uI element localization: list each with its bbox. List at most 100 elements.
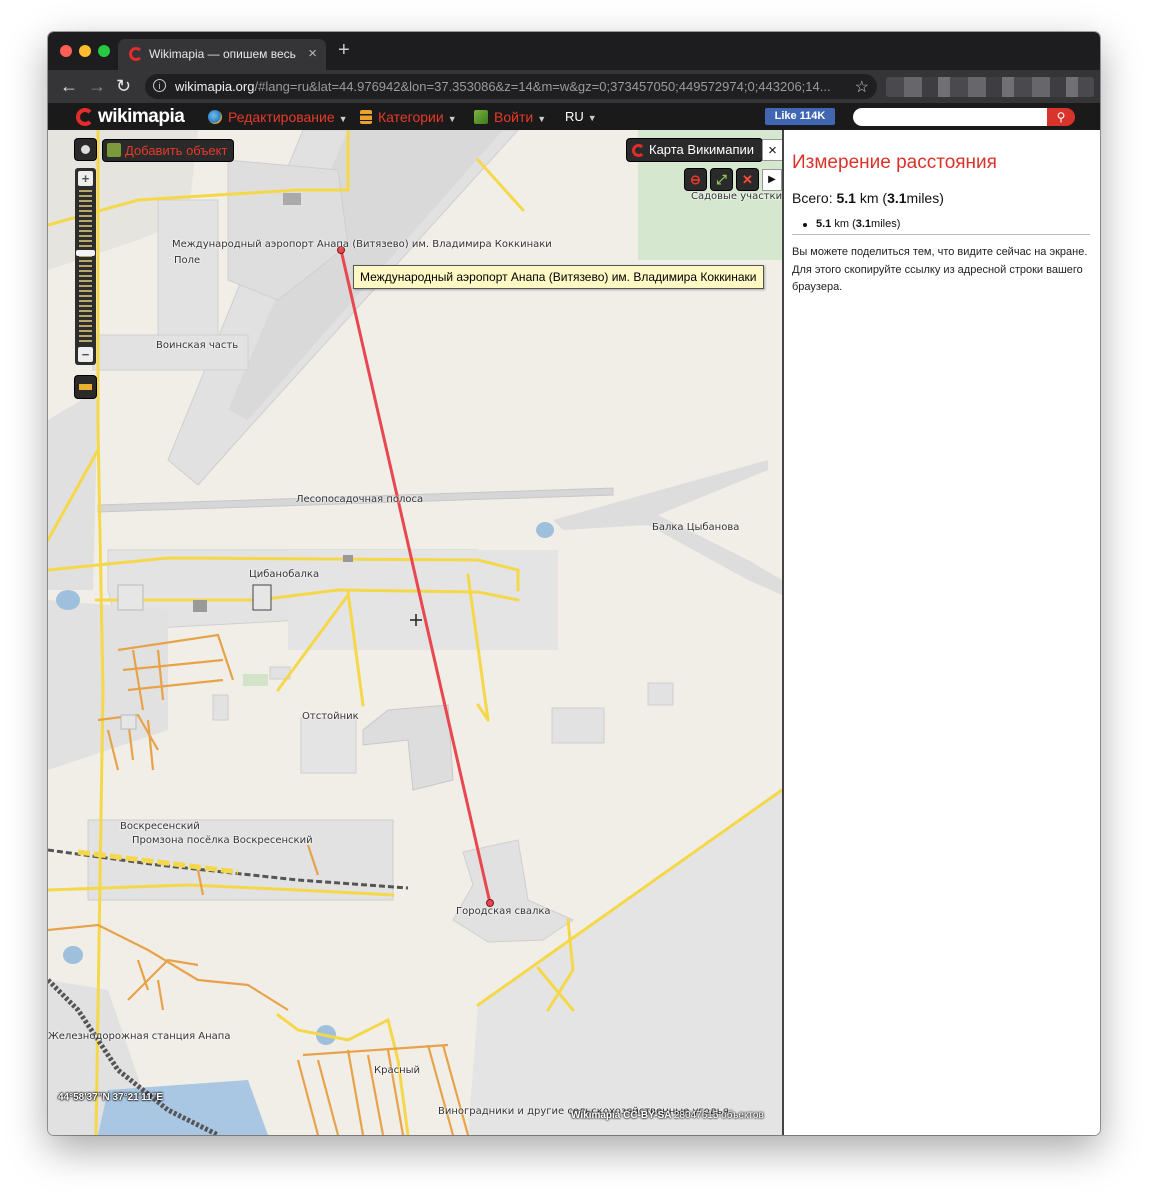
map-label-krasny[interactable]: Красный xyxy=(374,1065,420,1076)
site-header: wikimapia Редактирование ▼ Категории ▼ Вой… xyxy=(48,103,1100,131)
menu-categories[interactable]: Категории ▼ xyxy=(360,109,457,125)
ruler-icon xyxy=(79,384,92,390)
add-object-button[interactable]: Добавить объект xyxy=(103,140,234,161)
zoom-in-button[interactable]: + xyxy=(78,171,93,186)
total-distance: Всего: 5.1 km (3.1miles) xyxy=(792,190,944,206)
minus-circle-icon: ⊖ xyxy=(690,172,701,187)
chevron-down-icon: ▼ xyxy=(447,114,457,124)
building xyxy=(343,555,353,562)
language-selector[interactable]: RU ▼ xyxy=(565,109,597,124)
map-label-field[interactable]: Поле xyxy=(174,255,200,266)
segment-miles-unit: miles) xyxy=(871,218,901,230)
map-label-gardens[interactable]: Садовые участки xyxy=(691,191,782,202)
back-button[interactable]: ← xyxy=(60,76,78,96)
toggle-panel-button[interactable]: ▶ xyxy=(762,169,782,191)
field-area xyxy=(157,199,219,336)
map-label-settling[interactable]: Отстойник xyxy=(302,711,359,722)
measure-fit-button[interactable]: ⤢ xyxy=(711,169,732,190)
url-host: wikimapia.org xyxy=(175,79,255,94)
search-button[interactable]: ⚲ xyxy=(1047,108,1075,126)
info-icon[interactable]: i xyxy=(153,79,166,92)
locate-button[interactable] xyxy=(75,139,96,160)
segment-item: 5.1 km (3.1miles) xyxy=(802,218,901,230)
tab-strip: Wikimapia — опишем весь мир! × + xyxy=(48,32,1100,70)
area xyxy=(48,390,98,590)
share-note: Вы можете поделиться тем, что видите сей… xyxy=(792,246,1088,293)
expand-icon: ⤢ xyxy=(716,172,727,187)
measure-delete-button[interactable]: ✕ xyxy=(737,169,758,190)
measure-undo-button[interactable]: ⊖ xyxy=(685,169,706,190)
building xyxy=(252,584,272,611)
map-label-dump[interactable]: Городская свалка xyxy=(456,906,551,917)
menu-categories-label: Категории xyxy=(378,109,444,125)
bookmark-star-icon[interactable]: ☆ xyxy=(855,77,869,97)
address-bar[interactable]: i wikimapia.org/#lang=ru&lat=44.976942&l… xyxy=(145,74,877,99)
miles-unit: miles) xyxy=(906,190,944,206)
area xyxy=(243,674,268,686)
url-text[interactable]: wikimapia.org/#lang=ru&lat=44.976942&lon… xyxy=(175,79,845,94)
browser-toolbar: ← → ↻ i wikimapia.org/#lang=ru&lat=44.97… xyxy=(48,70,1100,103)
building xyxy=(117,584,144,611)
reload-button[interactable]: ↻ xyxy=(116,76,131,96)
maximize-window-button[interactable] xyxy=(98,45,110,57)
menu-login-label: Войти xyxy=(494,109,534,125)
menu-login[interactable]: Войти ▼ xyxy=(474,109,546,125)
map-label-military[interactable]: Воинская часть xyxy=(156,340,238,351)
area xyxy=(362,704,454,791)
pond xyxy=(63,946,83,964)
map-label-airport[interactable]: Международный аэропорт Анапа (Витязево) … xyxy=(172,239,552,250)
map-label-voskresensky[interactable]: Воскресенский xyxy=(120,821,200,832)
pond xyxy=(56,590,80,610)
settling-pond-area xyxy=(300,717,357,774)
map-label-forest-strip[interactable]: Лесопосадочная полоса xyxy=(296,494,423,505)
browser-tab[interactable]: Wikimapia — опишем весь мир! × xyxy=(118,39,326,70)
chevron-down-icon: ▼ xyxy=(537,114,547,124)
layer-selector-button[interactable]: Карта Викимапии xyxy=(627,139,763,161)
wikimapia-favicon-icon xyxy=(129,47,143,61)
url-path: /#lang=ru&lat=44.976942&lon=37.353086&z=… xyxy=(254,79,831,94)
site-search-input[interactable] xyxy=(853,108,1061,126)
layer-label: Карта Викимапии xyxy=(649,142,755,157)
categories-icon xyxy=(360,110,372,124)
segment-km-unit: km ( xyxy=(831,218,856,230)
total-km: 5.1 xyxy=(836,190,856,206)
building xyxy=(283,193,301,205)
map-label-village[interactable]: Цибанобалка xyxy=(249,569,319,580)
search-icon: ⚲ xyxy=(1056,110,1066,124)
zoom-out-button[interactable]: − xyxy=(78,347,93,362)
close-panel-button[interactable]: × xyxy=(762,139,782,161)
object-tooltip: Международный аэропорт Анапа (Витязево) … xyxy=(353,265,764,289)
pond xyxy=(536,522,554,538)
map-label-station[interactable]: Железнодорожная станция Анапа xyxy=(48,1031,230,1042)
close-window-button[interactable] xyxy=(60,45,72,57)
chevron-down-icon: ▼ xyxy=(338,114,348,124)
tab-title: Wikimapia — опишем весь мир! xyxy=(149,47,299,61)
map-label-balka[interactable]: Балка Цыбанова xyxy=(652,522,739,533)
zoom-scale xyxy=(79,190,92,345)
extensions-area xyxy=(886,77,1094,97)
new-tab-button[interactable]: + xyxy=(338,40,350,60)
menu-edit-label: Редактирование xyxy=(228,109,335,125)
zoom-slider[interactable]: + − xyxy=(75,168,96,365)
facebook-like-button[interactable]: Like 114K xyxy=(765,108,835,125)
license-text: Wikimapia CC-BY-SA xyxy=(571,1110,672,1121)
area xyxy=(551,707,605,744)
panel-title: Измерение расстояния xyxy=(792,152,997,173)
ruler-tool-button[interactable] xyxy=(75,376,96,398)
chevron-down-icon: ▼ xyxy=(587,113,597,123)
forward-button[interactable]: → xyxy=(88,76,106,96)
map-license[interactable]: Wikimapia CC-BY-SA 28047615 объектов xyxy=(571,1110,764,1121)
menu-edit[interactable]: Редактирование ▼ xyxy=(208,109,348,125)
map-label-promzona[interactable]: Промзона посёлка Воскресенский xyxy=(132,835,313,846)
logo-icon xyxy=(76,108,94,126)
divider xyxy=(792,234,1090,235)
zoom-handle[interactable] xyxy=(76,250,95,256)
add-object-label: Добавить объект xyxy=(125,143,228,158)
minimize-window-button[interactable] xyxy=(79,45,91,57)
distance-panel: Измерение расстояния Всего: 5.1 km (3.1m… xyxy=(782,130,1100,1135)
add-object-icon xyxy=(107,143,121,157)
tab-close-icon[interactable]: × xyxy=(308,45,317,62)
total-label: Всего: xyxy=(792,190,837,206)
map-canvas[interactable]: Международный аэропорт Анапа (Витязево) … xyxy=(48,130,782,1135)
total-miles: 3.1 xyxy=(887,190,907,206)
